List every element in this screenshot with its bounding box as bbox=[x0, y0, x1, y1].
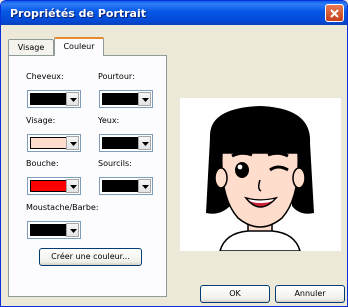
pourtour-dropdown-button[interactable] bbox=[138, 92, 151, 106]
tab-couleur[interactable]: Couleur bbox=[54, 37, 104, 56]
sourcils-color-combo[interactable] bbox=[99, 177, 153, 195]
close-button[interactable] bbox=[325, 4, 344, 22]
label-cheveux: Cheveux: bbox=[26, 72, 64, 81]
yeux-color-combo[interactable] bbox=[99, 134, 153, 152]
close-icon bbox=[330, 9, 339, 18]
label-sourcils: Sourcils: bbox=[98, 159, 132, 168]
ok-button[interactable]: OK bbox=[200, 285, 270, 303]
portrait-preview bbox=[179, 97, 342, 252]
cancel-button[interactable]: Annuler bbox=[275, 285, 345, 303]
chevron-down-icon bbox=[142, 98, 149, 102]
yeux-dropdown-button[interactable] bbox=[138, 136, 151, 150]
window-title: Propriétés de Portrait bbox=[10, 7, 147, 20]
moustache-color-combo[interactable] bbox=[27, 221, 81, 239]
tab-visage[interactable]: Visage bbox=[8, 39, 54, 56]
chevron-down-icon bbox=[70, 229, 77, 233]
label-bouche: Bouche: bbox=[26, 159, 59, 168]
cheveux-dropdown-button[interactable] bbox=[66, 92, 79, 106]
create-color-button[interactable]: Créer une couleur... bbox=[39, 248, 142, 266]
visage-swatch bbox=[30, 137, 67, 149]
visage-color-combo[interactable] bbox=[27, 134, 81, 152]
cheveux-swatch bbox=[30, 93, 67, 105]
chevron-down-icon bbox=[142, 142, 149, 146]
properties-dialog: Propriétés de Portrait Visage Couleur Ch… bbox=[0, 0, 348, 307]
pourtour-color-combo[interactable] bbox=[99, 90, 153, 108]
chevron-down-icon bbox=[70, 98, 77, 102]
label-yeux: Yeux: bbox=[98, 116, 120, 125]
pourtour-swatch bbox=[102, 93, 139, 105]
cheveux-color-combo[interactable] bbox=[27, 90, 81, 108]
moustache-dropdown-button[interactable] bbox=[66, 223, 79, 237]
portrait-face-icon bbox=[206, 106, 314, 251]
chevron-down-icon bbox=[70, 185, 77, 189]
chevron-down-icon bbox=[142, 185, 149, 189]
bouche-color-combo[interactable] bbox=[27, 177, 81, 195]
moustache-swatch bbox=[30, 224, 67, 236]
label-visage: Visage: bbox=[26, 116, 56, 125]
bouche-swatch bbox=[30, 180, 67, 192]
title-bar[interactable]: Propriétés de Portrait bbox=[1, 1, 347, 25]
chevron-down-icon bbox=[70, 142, 77, 146]
label-moustache: Moustache/Barbe: bbox=[26, 203, 99, 212]
bouche-dropdown-button[interactable] bbox=[66, 179, 79, 193]
visage-dropdown-button[interactable] bbox=[66, 136, 79, 150]
sourcils-dropdown-button[interactable] bbox=[138, 179, 151, 193]
yeux-swatch bbox=[102, 137, 139, 149]
label-pourtour: Pourtour: bbox=[98, 72, 135, 81]
sourcils-swatch bbox=[102, 180, 139, 192]
